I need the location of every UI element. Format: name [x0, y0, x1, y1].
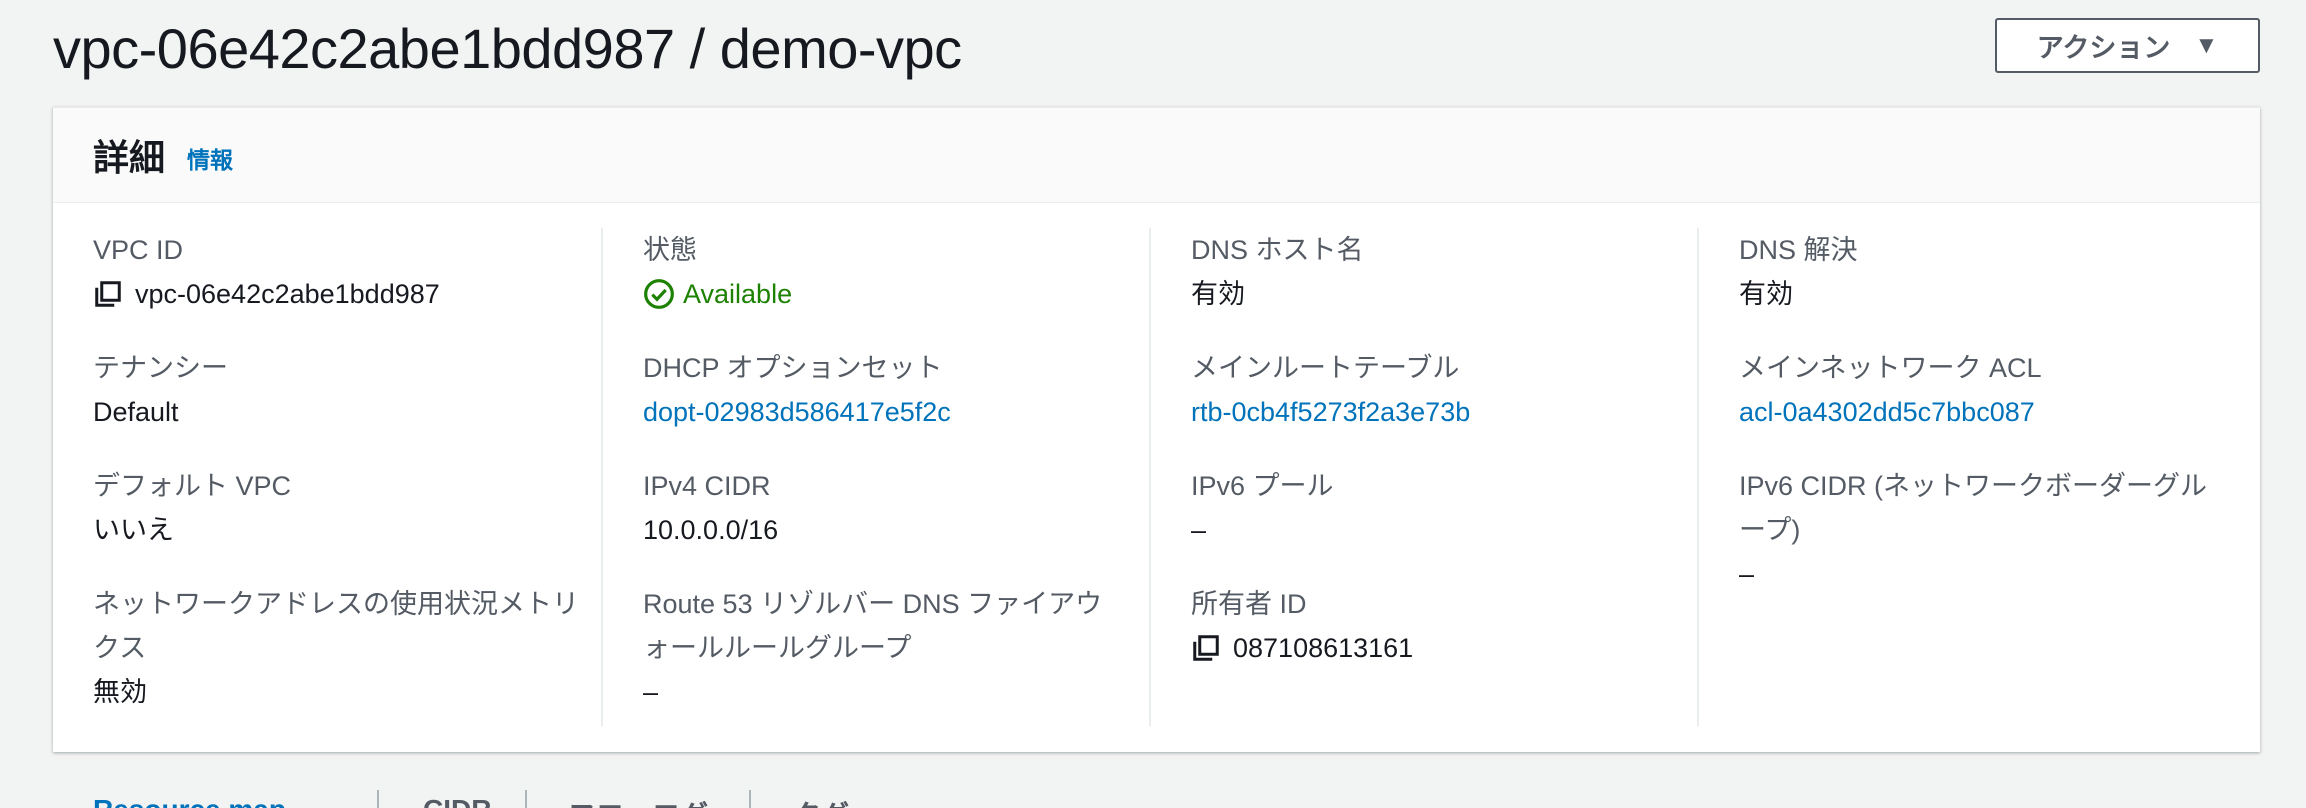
field-main-route-table: メインルートテーブル rtb-0cb4f5273f2a3e73b	[1191, 346, 1677, 434]
tab-separator	[525, 790, 527, 808]
field-label: IPv6 CIDR (ネットワークボーダーグループ)	[1739, 471, 2208, 545]
tab-separator	[377, 790, 379, 808]
field-network-metrics: ネットワークアドレスの使用状況メトリクス 無効	[93, 582, 581, 714]
field-owner-id: 所有者 ID 087108613161	[1191, 582, 1677, 670]
copy-icon[interactable]	[1191, 633, 1221, 663]
tab-bar: Resource map CIDR フローログ タグ	[53, 790, 953, 808]
main-route-table-link[interactable]: rtb-0cb4f5273f2a3e73b	[1191, 390, 1677, 434]
tab-tags[interactable]: タグ	[793, 794, 849, 808]
page-title: vpc-06e42c2abe1bdd987 / demo-vpc	[53, 17, 962, 80]
field-label: DHCP オプションセット	[643, 353, 943, 383]
field-label: メインルートテーブル	[1191, 353, 1460, 383]
owner-id-value: 087108613161	[1233, 633, 1414, 663]
copy-icon[interactable]	[93, 279, 123, 309]
field-vpc-id: VPC ID vpc-06e42c2abe1bdd987	[93, 228, 581, 316]
field-dns-hostnames: DNS ホスト名 有効	[1191, 228, 1677, 316]
field-ipv4-cidr: IPv4 CIDR 10.0.0.0/16	[643, 464, 1129, 552]
tab-separator	[749, 790, 751, 808]
field-label: 所有者 ID	[1191, 589, 1307, 619]
ipv6-cidr-value: –	[1739, 559, 1755, 589]
field-ipv6-cidr: IPv6 CIDR (ネットワークボーダーグループ) –	[1739, 464, 2225, 596]
info-link[interactable]: 情報	[187, 141, 233, 175]
details-column-1: VPC ID vpc-06e42c2abe1bdd987 テナンシー Defau…	[53, 228, 601, 726]
details-panel-header: 詳細 情報	[53, 108, 2260, 203]
field-route53: Route 53 リゾルバー DNS ファイアウォールルールグループ –	[643, 582, 1129, 714]
vpc-id-value: vpc-06e42c2abe1bdd987	[135, 279, 440, 309]
field-state: 状態 Available	[643, 228, 1129, 316]
details-column-4: DNS 解決 有効 メインネットワーク ACL acl-0a4302dd5c7b…	[1697, 228, 2245, 726]
field-dhcp: DHCP オプションセット dopt-02983d586417e5f2c	[643, 346, 1129, 434]
details-grid: VPC ID vpc-06e42c2abe1bdd987 テナンシー Defau…	[53, 228, 2260, 726]
field-label: テナンシー	[93, 353, 228, 383]
field-dns-resolution: DNS 解決 有効	[1739, 228, 2225, 316]
details-title: 詳細	[93, 137, 166, 178]
actions-dropdown-button[interactable]: アクション ▼	[1995, 18, 2260, 73]
field-tenancy: テナンシー Default	[93, 346, 581, 434]
details-column-3: DNS ホスト名 有効 メインルートテーブル rtb-0cb4f5273f2a3…	[1149, 228, 1697, 726]
field-label: ネットワークアドレスの使用状況メトリクス	[93, 589, 579, 663]
dhcp-link[interactable]: dopt-02983d586417e5f2c	[643, 390, 1129, 434]
page-header: vpc-06e42c2abe1bdd987 / demo-vpc アクション ▼	[53, 10, 2260, 90]
caret-down-icon: ▼	[2194, 31, 2219, 59]
field-label: IPv4 CIDR	[643, 471, 771, 501]
details-panel: 詳細 情報 VPC ID vpc-06e42c2abe1bdd987 テナンシー…	[53, 107, 2260, 752]
field-label: デフォルト VPC	[93, 471, 292, 501]
actions-label: アクション	[2036, 33, 2171, 63]
field-label: VPC ID	[93, 235, 184, 265]
check-circle-icon	[644, 279, 674, 309]
ipv4-cidr-value: 10.0.0.0/16	[643, 515, 779, 545]
field-ipv6-pool: IPv6 プール –	[1191, 464, 1677, 552]
field-label: DNS 解決	[1739, 235, 1858, 265]
tab-cidr[interactable]: CIDR	[423, 794, 491, 808]
field-label: DNS ホスト名	[1191, 235, 1364, 265]
dns-resolution-value: 有効	[1739, 279, 1793, 309]
field-label: Route 53 リゾルバー DNS ファイアウォールルールグループ	[643, 589, 1103, 663]
network-metrics-value: 無効	[93, 677, 147, 707]
field-main-acl: メインネットワーク ACL acl-0a4302dd5c7bbc087	[1739, 346, 2225, 434]
tab-flow-logs[interactable]: フローログ	[568, 794, 708, 808]
tab-resource-map[interactable]: Resource map	[93, 794, 286, 808]
field-label: メインネットワーク ACL	[1739, 353, 2042, 383]
field-label: 状態	[643, 235, 697, 265]
main-acl-link[interactable]: acl-0a4302dd5c7bbc087	[1739, 390, 2225, 434]
route53-value: –	[643, 677, 659, 707]
default-vpc-value: いいえ	[93, 515, 174, 545]
dns-hostnames-value: 有効	[1191, 279, 1245, 309]
details-column-2: 状態 Available DHCP オプションセット dopt-02983d58…	[601, 228, 1149, 726]
field-label: IPv6 プール	[1191, 471, 1334, 501]
ipv6-pool-value: –	[1191, 515, 1207, 545]
state-value: Available	[683, 279, 793, 309]
field-default-vpc: デフォルト VPC いいえ	[93, 464, 581, 552]
tenancy-value: Default	[93, 397, 179, 427]
